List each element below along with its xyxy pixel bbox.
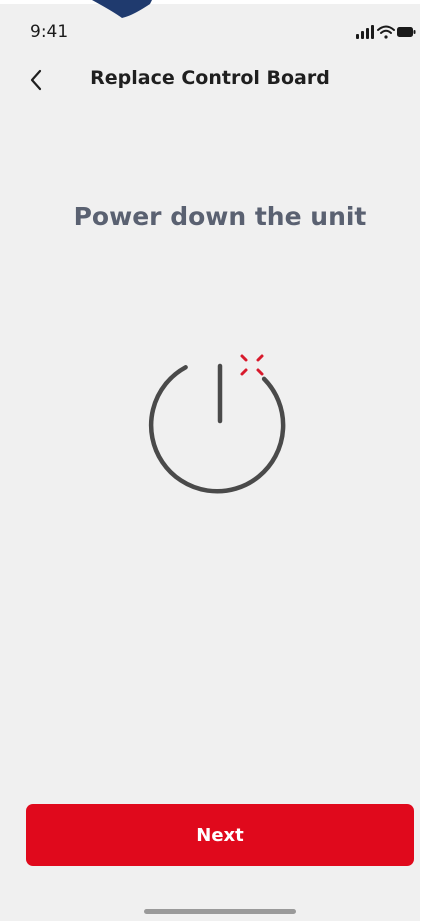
status-time: 9:41 bbox=[30, 22, 69, 42]
top-accent-shape bbox=[92, 0, 152, 18]
next-button[interactable]: Next bbox=[26, 804, 414, 866]
home-indicator bbox=[144, 909, 296, 914]
power-ring bbox=[148, 365, 286, 494]
screen: 9:41 Replace Control Board Power down th… bbox=[0, 0, 420, 921]
power-icon bbox=[148, 354, 286, 494]
battery-icon bbox=[397, 27, 416, 37]
instruction-heading: Power down the unit bbox=[73, 202, 367, 231]
spark-icon bbox=[240, 354, 264, 376]
back-button[interactable] bbox=[18, 62, 54, 98]
wifi-icon bbox=[377, 25, 395, 39]
top-edge bbox=[0, 0, 420, 4]
signal-icon bbox=[356, 25, 374, 39]
status-icons bbox=[356, 25, 416, 39]
page-title: Replace Control Board bbox=[90, 67, 330, 89]
chevron-left-icon bbox=[30, 69, 42, 91]
